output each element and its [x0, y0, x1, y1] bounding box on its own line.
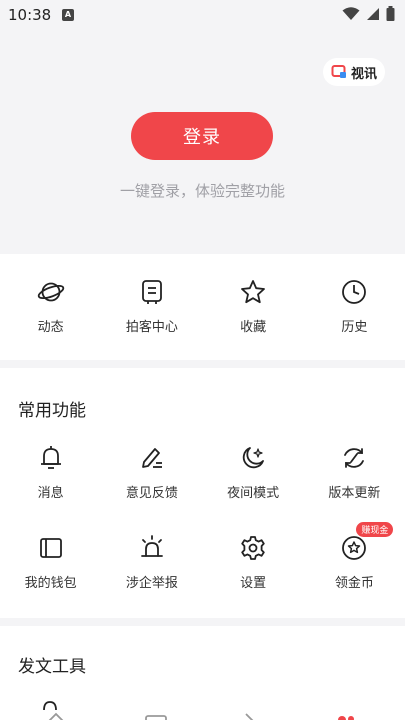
status-icons: [342, 6, 395, 21]
planet-icon: [37, 278, 65, 306]
quick-action-label: 拍客中心: [125, 320, 178, 335]
function-label: 消息: [37, 486, 64, 501]
function-messages[interactable]: 消息: [0, 444, 101, 501]
function-settings[interactable]: 设置: [203, 534, 304, 591]
function-night-mode[interactable]: 夜间模式: [203, 444, 304, 501]
battery-icon: [386, 6, 395, 21]
login-hint: 一键登录，体验完整功能: [119, 182, 285, 200]
login-header: 视讯 登录 一键登录，体验完整功能: [0, 30, 405, 252]
function-feedback[interactable]: 意见反馈: [101, 444, 202, 501]
video-chat-icon: [331, 65, 346, 78]
quick-actions-row: 动态 拍客中心 收藏 历史: [0, 278, 405, 335]
nav-home-icon[interactable]: [44, 712, 68, 720]
quick-action-favorites[interactable]: 收藏: [203, 278, 304, 335]
status-time: 10:38: [8, 6, 52, 24]
function-label: 意见反馈: [125, 486, 178, 501]
bell-icon: [37, 444, 65, 472]
function-label: 设置: [240, 576, 267, 591]
quick-actions-card: 动态 拍客中心 收藏 历史: [0, 254, 405, 360]
pen-icon: [138, 444, 166, 472]
nav-profile-icon[interactable]: [334, 712, 358, 720]
video-chip-label: 视讯: [350, 66, 377, 82]
function-label: 夜间模式: [227, 486, 280, 501]
common-functions-row-1: 消息 意见反馈 夜间模式 版本更新: [0, 444, 405, 501]
earn-cash-badge: 赚现金: [356, 522, 394, 537]
section-title: 发文工具: [18, 657, 86, 677]
quick-action-creator-center[interactable]: 拍客中心: [101, 278, 202, 335]
quick-action-dynamics[interactable]: 动态: [0, 278, 101, 335]
quick-action-label: 历史: [341, 320, 368, 335]
common-functions-card: 常用功能 消息 意见反馈 夜间模式 版本更新 我的钱包 涉企举报 设置 赚现金 …: [0, 368, 405, 618]
refresh-icon: [340, 444, 368, 472]
function-label: 涉企举报: [125, 576, 178, 591]
status-bar: 10:38 A: [0, 0, 405, 30]
video-call-button[interactable]: 视讯: [322, 58, 385, 86]
clock-icon: [340, 278, 368, 306]
signal-icon: [367, 7, 379, 20]
star-icon: [239, 278, 267, 306]
function-label: 领金币: [334, 576, 374, 591]
nav-video-icon[interactable]: [144, 714, 168, 720]
quick-action-label: 收藏: [240, 320, 267, 335]
notification-icon: A: [62, 9, 74, 21]
coin-icon: 赚现金: [340, 522, 394, 562]
wallet-icon: [37, 534, 65, 562]
bottom-navigation: [0, 700, 405, 720]
moon-icon: [239, 444, 267, 472]
function-wallet[interactable]: 我的钱包: [0, 534, 101, 591]
function-gold-coins[interactable]: 赚现金 领金币: [304, 522, 405, 591]
quick-action-history[interactable]: 历史: [304, 278, 405, 335]
function-enterprise-report[interactable]: 涉企举报: [101, 534, 202, 591]
gear-icon: [239, 534, 267, 562]
section-title: 常用功能: [18, 401, 86, 421]
nav-play-icon[interactable]: [240, 712, 260, 720]
login-button[interactable]: 登录: [131, 112, 273, 160]
quick-action-label: 动态: [37, 320, 64, 335]
wifi-icon: [342, 6, 360, 20]
function-label: 我的钱包: [24, 576, 77, 591]
common-functions-row-2: 我的钱包 涉企举报 设置 赚现金 领金币: [0, 522, 405, 591]
camera-card-icon: [138, 278, 166, 306]
alarm-icon: [138, 534, 166, 562]
function-version-update[interactable]: 版本更新: [304, 444, 405, 501]
function-label: 版本更新: [328, 486, 381, 501]
